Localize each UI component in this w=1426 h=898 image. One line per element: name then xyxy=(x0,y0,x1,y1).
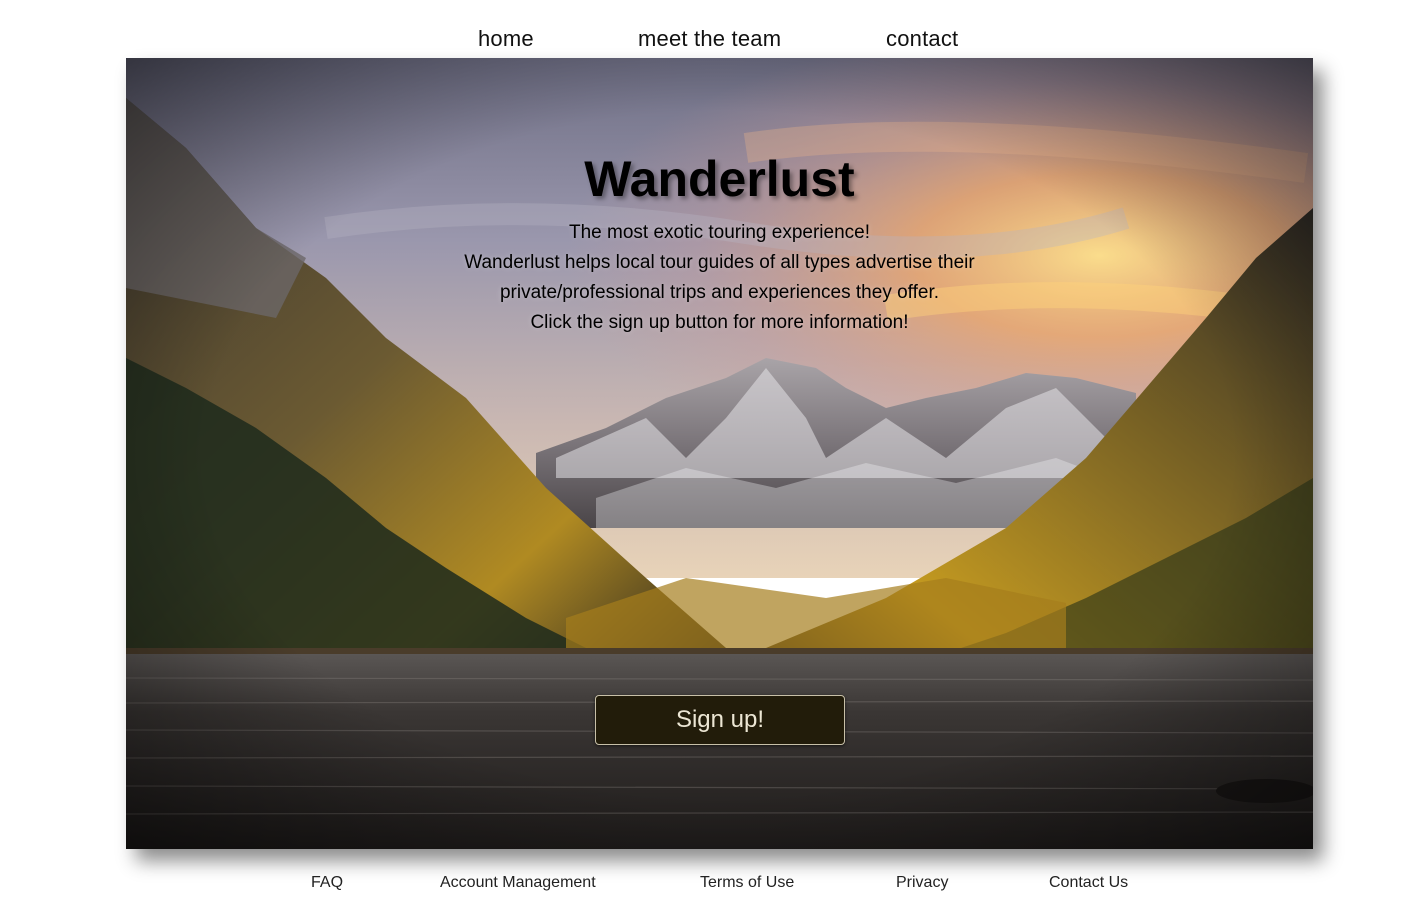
sign-up-button[interactable]: Sign up! xyxy=(595,695,845,745)
footer-navigation: FAQ Account Management Terms of Use Priv… xyxy=(0,872,1426,896)
footer-account-management-link[interactable]: Account Management xyxy=(440,874,596,892)
hero-title: Wanderlust xyxy=(584,151,855,207)
footer-terms-of-use-link[interactable]: Terms of Use xyxy=(700,874,794,892)
hero-section: Wanderlust The most exotic touring exper… xyxy=(126,58,1313,849)
hero-description-line: private/professional trips and experienc… xyxy=(499,282,939,303)
top-navigation: home meet the team contact xyxy=(0,22,1426,56)
footer-privacy-link[interactable]: Privacy xyxy=(896,874,948,892)
nav-meet-the-team-link[interactable]: meet the team xyxy=(638,26,781,52)
footer-faq-link[interactable]: FAQ xyxy=(311,874,343,892)
nav-home-link[interactable]: home xyxy=(478,26,534,52)
hero-description-line: Wanderlust helps local tour guides of al… xyxy=(464,252,975,273)
hero-description-line: Click the sign up button for more inform… xyxy=(530,312,909,333)
hero-tagline: The most exotic touring experience! xyxy=(569,222,870,243)
page: home meet the team contact Wanderlust Th… xyxy=(0,0,1426,898)
nav-contact-link[interactable]: contact xyxy=(886,26,958,52)
hero-description: The most exotic touring experience! Wand… xyxy=(126,218,1313,338)
footer-contact-us-link[interactable]: Contact Us xyxy=(1049,874,1128,892)
